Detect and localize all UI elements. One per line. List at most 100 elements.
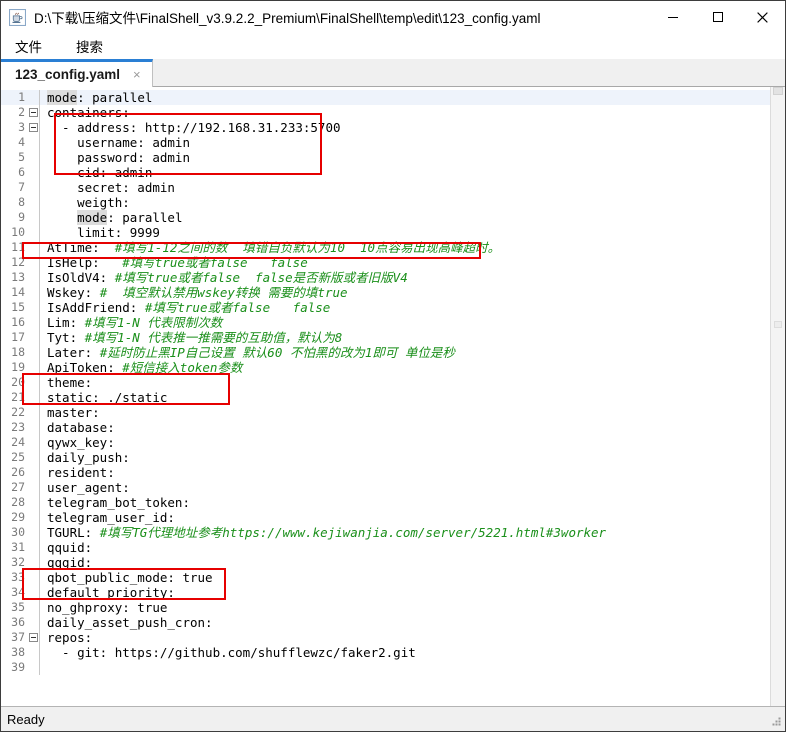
code-token: containers: xyxy=(47,105,130,120)
code-line[interactable]: 9 mode: parallel xyxy=(1,210,770,225)
code-line[interactable]: 20 theme: xyxy=(1,375,770,390)
status-bar: Ready xyxy=(1,707,785,731)
code-line[interactable]: 11 AtTime: #填写1-12之间的数 填错自负默认为10 10点容易出现高… xyxy=(1,240,770,255)
code-line[interactable]: 38 - git: https://github.com/shufflewzc/… xyxy=(1,645,770,660)
line-number: 9 xyxy=(18,210,25,224)
maximize-button[interactable] xyxy=(695,1,740,33)
code-comment: #填写true或者false false xyxy=(144,300,331,315)
code-line[interactable]: 25 daily_push: xyxy=(1,450,770,465)
code-token: : parallel xyxy=(77,90,153,105)
code-line[interactable]: 18 Later: #延时防止黑IP自己设置 默认60 不怕黑的改为1即可 单位是… xyxy=(1,345,770,360)
code-lines[interactable]: 1 mode: parallel 2 containers: 3 - address: … xyxy=(1,87,770,675)
code-line[interactable]: 35 no_ghproxy: true xyxy=(1,600,770,615)
code-line[interactable]: 28 telegram_bot_token: xyxy=(1,495,770,510)
code-line[interactable]: 33 qbot_public_mode: true xyxy=(1,570,770,585)
line-text: - address: http://192.168.31.233:5700 xyxy=(40,120,770,135)
code-line[interactable]: 14 Wskey: # 填空默认禁用wskey转换 需要的填true xyxy=(1,285,770,300)
code-token: daily_push: xyxy=(47,450,130,465)
code-token: repos: xyxy=(47,630,93,645)
fold-collapse-icon[interactable] xyxy=(28,108,38,117)
fold-cell[interactable] xyxy=(27,123,39,132)
fold-collapse-icon[interactable] xyxy=(28,123,38,132)
code-token: Lim: xyxy=(47,315,85,330)
code-line[interactable]: 23 database: xyxy=(1,420,770,435)
line-text: secret: admin xyxy=(40,180,770,195)
code-line[interactable]: 4 username: admin xyxy=(1,135,770,150)
code-token: database: xyxy=(47,420,115,435)
menu-bar: 文件 搜索 xyxy=(1,33,785,59)
code-token: theme: xyxy=(47,375,93,390)
vertical-scrollbar[interactable] xyxy=(770,87,785,706)
code-line[interactable]: 10 limit: 9999 xyxy=(1,225,770,240)
line-text: IsHelp: #填写true或者false false xyxy=(40,255,770,270)
line-text: mode: parallel xyxy=(40,210,770,225)
line-text: database: xyxy=(40,420,770,435)
code-line[interactable]: 17 Tyt: #填写1-N 代表推一推需要的互助值，默认为8 xyxy=(1,330,770,345)
code-line[interactable]: 32 qqgid: xyxy=(1,555,770,570)
resize-grip-icon[interactable] xyxy=(770,716,782,728)
code-line[interactable]: 16 Lim: #填写1-N 代表限制次数 xyxy=(1,315,770,330)
editor-window: D:\下载\压缩文件\FinalShell_v3.9.2.2_Premium\F… xyxy=(0,0,786,732)
code-line[interactable]: 1 mode: parallel xyxy=(1,90,770,105)
code-line[interactable]: 29 telegram_user_id: xyxy=(1,510,770,525)
fold-cell[interactable] xyxy=(27,633,39,642)
code-line[interactable]: 39 xyxy=(1,660,770,675)
code-line[interactable]: 2 containers: xyxy=(1,105,770,120)
tab-close-icon[interactable]: × xyxy=(130,67,144,82)
line-text: resident: xyxy=(40,465,770,480)
line-number: 2 xyxy=(18,105,25,119)
line-text: cid: admin xyxy=(40,165,770,180)
line-number: 15 xyxy=(11,300,25,314)
line-text: telegram_user_id: xyxy=(40,510,770,525)
line-number: 25 xyxy=(11,450,25,464)
line-text: Lim: #填写1-N 代表限制次数 xyxy=(40,315,770,330)
line-number: 28 xyxy=(11,495,25,509)
line-text: static: ./static xyxy=(40,390,770,405)
line-text: qbot_public_mode: true xyxy=(40,570,770,585)
line-number: 30 xyxy=(11,525,25,539)
maximize-icon xyxy=(712,12,723,22)
scrollbar-marker xyxy=(774,321,782,328)
code-token: password: admin xyxy=(47,150,190,165)
code-line[interactable]: 19 ApiToken: #短信接入token参数 xyxy=(1,360,770,375)
code-line[interactable]: 8 weigth: xyxy=(1,195,770,210)
code-line[interactable]: 30 TGURL: #填写TG代理地址参考https://www.kejiwanj… xyxy=(1,525,770,540)
line-number: 14 xyxy=(11,285,25,299)
line-text: user_agent: xyxy=(40,480,770,495)
tab-123-config-yaml[interactable]: 123_config.yaml × xyxy=(1,59,153,87)
line-number: 26 xyxy=(11,465,25,479)
line-number: 33 xyxy=(11,570,25,584)
code-line[interactable]: 12 IsHelp: #填写true或者false false xyxy=(1,255,770,270)
code-line[interactable]: 15 IsAddFriend: #填写true或者false false xyxy=(1,300,770,315)
code-line[interactable]: 27 user_agent: xyxy=(1,480,770,495)
scrollbar-thumb[interactable] xyxy=(773,87,783,95)
code-line[interactable]: 21 static: ./static xyxy=(1,390,770,405)
fold-collapse-icon[interactable] xyxy=(28,633,38,642)
code-line[interactable]: 37 repos: xyxy=(1,630,770,645)
code-line[interactable]: 22 master: xyxy=(1,405,770,420)
code-token: limit: 9999 xyxy=(47,225,160,240)
code-line[interactable]: 36 daily_asset_push_cron: xyxy=(1,615,770,630)
line-number: 16 xyxy=(11,315,25,329)
line-text: daily_push: xyxy=(40,450,770,465)
code-token: Tyt: xyxy=(47,330,85,345)
code-line[interactable]: 13 IsOldV4: #填写true或者false false是否新版或者旧版V… xyxy=(1,270,770,285)
code-line[interactable]: 5 password: admin xyxy=(1,150,770,165)
close-button[interactable] xyxy=(740,1,785,33)
code-viewport[interactable]: 1 mode: parallel 2 containers: 3 - address: … xyxy=(1,87,770,706)
menu-item-search[interactable]: 搜索 xyxy=(74,34,117,58)
code-comment: #短信接入token参数 xyxy=(122,360,243,375)
code-line[interactable]: 31 qquid: xyxy=(1,540,770,555)
code-line[interactable]: 34 default_priority: xyxy=(1,585,770,600)
code-line[interactable]: 26 resident: xyxy=(1,465,770,480)
fold-cell[interactable] xyxy=(27,108,39,117)
line-text: Later: #延时防止黑IP自己设置 默认60 不怕黑的改为1即可 单位是秒 xyxy=(40,345,770,360)
code-line[interactable]: 3 - address: http://192.168.31.233:5700 xyxy=(1,120,770,135)
code-line[interactable]: 24 qywx_key: xyxy=(1,435,770,450)
minimize-button[interactable] xyxy=(650,1,695,33)
code-line[interactable]: 7 secret: admin xyxy=(1,180,770,195)
code-comment: # 填空默认禁用wskey转换 需要的填true xyxy=(99,285,348,300)
menu-item-file[interactable]: 文件 xyxy=(13,34,56,58)
code-line[interactable]: 6 cid: admin xyxy=(1,165,770,180)
